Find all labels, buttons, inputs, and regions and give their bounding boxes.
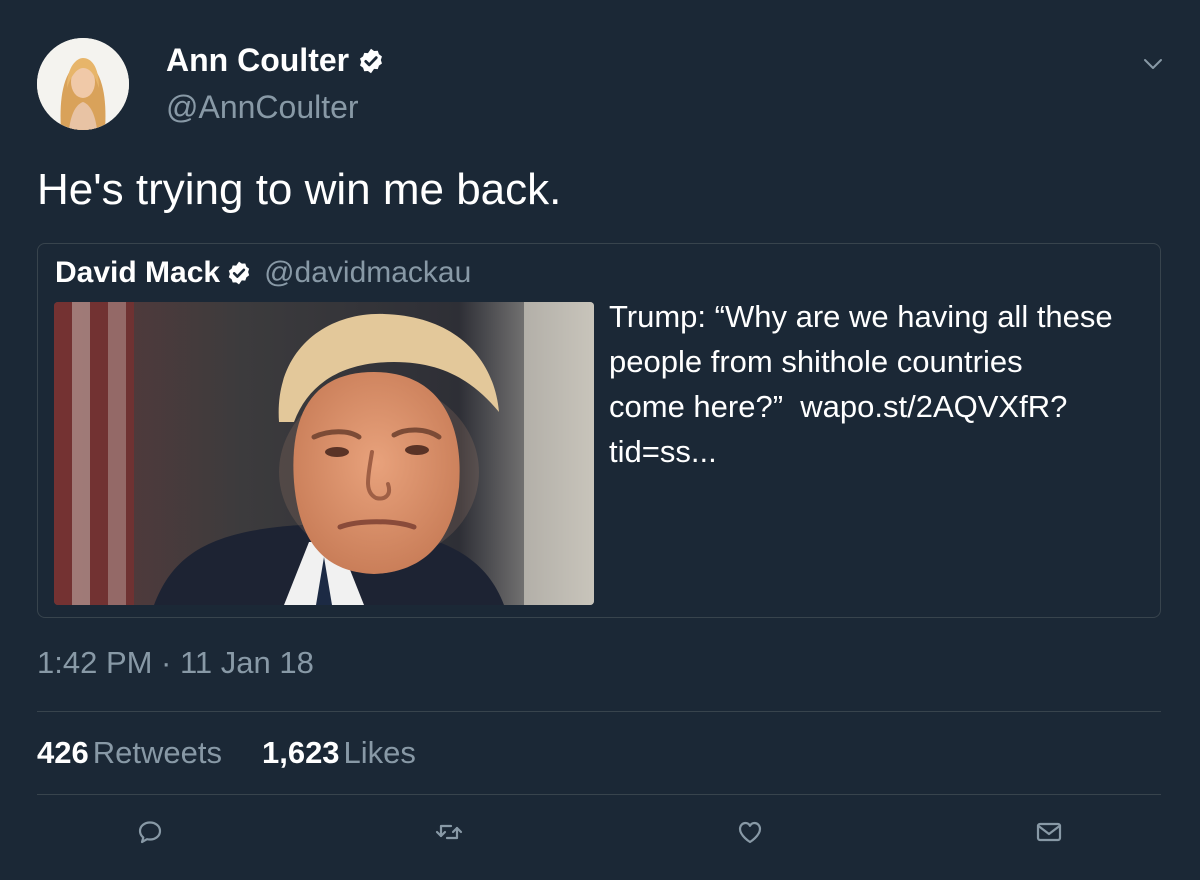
author-avatar[interactable] [37,38,129,130]
quoted-text-line: tid=ss... [609,434,717,469]
chevron-down-icon[interactable] [1141,54,1165,74]
verified-badge-icon [360,48,383,73]
retweets-label[interactable]: Retweets [93,735,222,770]
divider [37,794,1161,795]
divider [37,711,1161,712]
author-handle[interactable]: @AnnCoulter [166,89,359,126]
author-name[interactable]: Ann Coulter [166,42,385,79]
tweet-stats: 426 Retweets 1,623 Likes [37,735,416,771]
quoted-tweet-header: David Mack @davidmackau [55,256,471,290]
retweet-button[interactable] [429,812,469,852]
reply-icon [138,821,162,844]
reply-button[interactable] [130,812,170,852]
likes-stat[interactable]: 1,623 Likes [262,735,416,771]
tweet-text: He's trying to win me back. [37,165,562,214]
likes-label[interactable]: Likes [344,735,416,770]
like-button[interactable] [730,812,770,852]
author-name-text[interactable]: Ann Coulter [166,42,349,79]
quoted-tweet-image[interactable] [54,302,594,605]
quoted-author-handle: @davidmackau [264,256,472,289]
quoted-text-line: people from shithole countries [609,344,1023,379]
tweet-card: Ann Coulter @AnnCoulter He's trying to w… [0,0,1200,880]
envelope-icon [1036,822,1062,842]
retweets-stat[interactable]: 426 Retweets [37,735,222,771]
retweet-icon [435,824,463,840]
verified-badge-icon [228,261,250,285]
retweets-count[interactable]: 426 [37,735,89,770]
quoted-link[interactable]: wapo.st/2AQVXfR? [800,389,1067,424]
quoted-tweet[interactable]: David Mack @davidmackau Trump: “Why are … [37,243,1161,618]
quoted-text-line: Trump: “Why are we having all these [609,299,1113,334]
likes-count[interactable]: 1,623 [262,735,340,770]
quoted-author-name: David Mack [55,256,221,289]
quoted-text-line: come here?” wapo.st/2AQVXfR? [609,384,1154,429]
quoted-tweet-text: Trump: “Why are we having all these peop… [609,294,1154,474]
direct-message-button[interactable] [1029,812,1069,852]
heart-icon [738,821,762,844]
quoted-text-segment: come here?” [609,389,801,424]
tweet-timestamp[interactable]: 1:42 PM · 11 Jan 18 [37,645,314,681]
